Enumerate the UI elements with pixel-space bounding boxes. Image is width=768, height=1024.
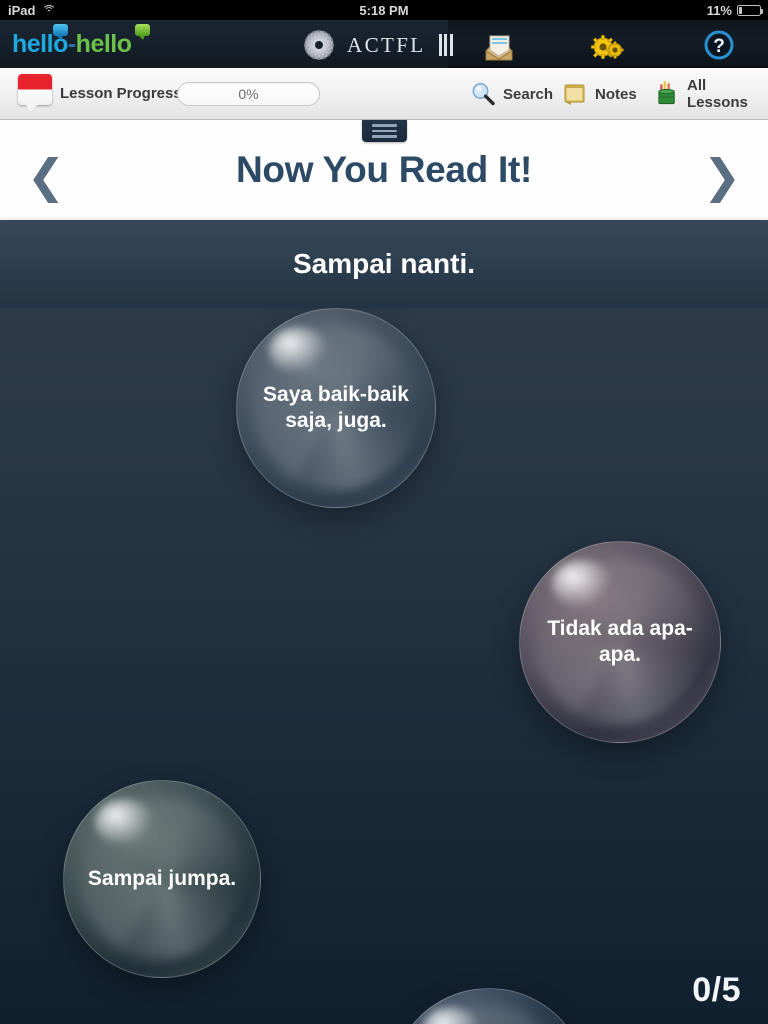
chevron-left-icon[interactable]: ❮ (20, 149, 72, 203)
notepad-icon (564, 84, 585, 105)
battery-icon (737, 4, 763, 16)
bubble-sheen (391, 989, 587, 1024)
lesson-progress-label: Lesson Progress: (60, 85, 187, 102)
actfl-logo[interactable]: ACTFL (300, 26, 453, 64)
lesson-progress-bar: 0% (177, 82, 320, 106)
status-bar-clock: 5:18 PM (359, 2, 409, 18)
speech-bubble-blue-icon (53, 24, 68, 40)
speech-bubble-green-icon (135, 24, 150, 40)
notes-button[interactable]: Notes (562, 78, 637, 110)
search-button-label: Search (503, 85, 554, 103)
answer-bubble-label: Sampai jumpa. (87, 866, 237, 890)
lesson-progress-value: 0% (238, 86, 259, 102)
search-button[interactable]: Search (470, 78, 553, 110)
bubble-stage: Saya baik-baik saja, juga. Tidak ada apa… (0, 308, 768, 1024)
app-screen: iPad 5:18 PM 11% hello-hello ACTFL ? Les… (0, 0, 768, 1024)
hello-hello-logo[interactable]: hello-hello (12, 24, 150, 63)
actfl-rosette-icon (300, 26, 338, 64)
answer-bubble-label: Saya baik-baik saja, juga. (263, 382, 409, 432)
gears-icon[interactable] (585, 29, 631, 63)
chevron-right-icon[interactable]: ❯ (696, 149, 748, 203)
answer-bubble[interactable] (390, 988, 588, 1024)
prompt-banner: Sampai nanti. (0, 220, 768, 308)
svg-text:?: ? (713, 36, 725, 57)
actfl-label: ACTFL (347, 32, 426, 57)
all-lessons-button[interactable]: All Lessons (655, 77, 768, 111)
page-title: Now You Read It! (235, 149, 532, 190)
prompt-text: Sampai nanti. (292, 248, 476, 279)
magnifier-icon (472, 83, 495, 106)
notes-button-label: Notes (595, 85, 637, 103)
status-bar-right: 11% (706, 2, 763, 18)
score-counter: 0/5 (692, 971, 741, 1009)
answer-bubble-label: Tidak ada apa-apa. (547, 616, 693, 666)
battery-percent-label: 11% (706, 2, 732, 18)
answer-bubble[interactable]: Saya baik-baik saja, juga. (236, 308, 436, 508)
brand-bar: hello-hello ACTFL ? (0, 20, 768, 68)
logo-text-second: hello (75, 30, 132, 58)
indonesia-flag-icon[interactable] (18, 74, 52, 114)
lesson-toolbar: Lesson Progress: 0% Search Notes All Les… (0, 68, 768, 120)
lesson-title-bar: Now You Read It! ❮ ❯ (0, 120, 768, 220)
question-mark-icon[interactable]: ? (696, 29, 742, 63)
mail-icon[interactable] (476, 29, 522, 63)
ios-status-bar: iPad 5:18 PM 11% (0, 0, 768, 20)
logo-text-dash: - (67, 30, 76, 58)
vertical-bars-icon (438, 34, 453, 56)
all-lessons-button-label: All Lessons (687, 77, 748, 111)
pencil-cup-icon (658, 79, 675, 105)
answer-bubble[interactable]: Tidak ada apa-apa. (519, 541, 721, 743)
answer-bubble[interactable]: Sampai jumpa. (63, 780, 261, 978)
